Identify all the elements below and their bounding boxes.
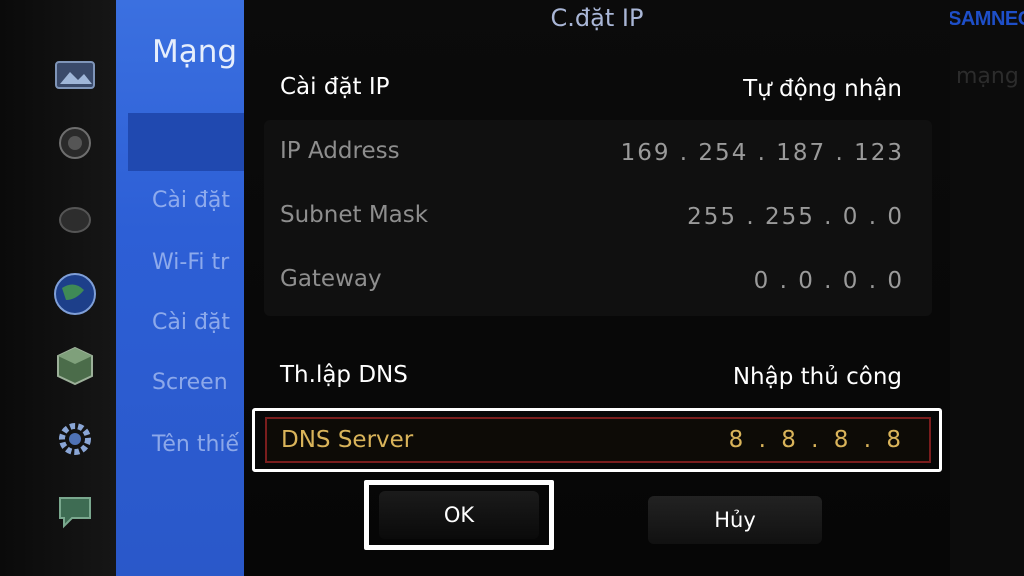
background-menu-text: mạng xyxy=(956,64,1019,89)
ip-settings-dialog: C.đặt IP Cài đặt IP Tự động nhận IP Addr… xyxy=(244,0,950,576)
ip-details-box: IP Address 169 . 254 . 187 . 123 Subnet … xyxy=(264,120,932,316)
gear-icon[interactable] xyxy=(54,420,96,458)
menu-title: Mạng xyxy=(152,34,238,70)
ip-address-label: IP Address xyxy=(280,138,400,164)
menu-item-selected[interactable] xyxy=(128,113,244,171)
gateway-value: 0 . 0 . 0 . 0 xyxy=(753,268,904,294)
menu-item-screen[interactable]: Screen xyxy=(152,370,228,395)
broadcast-icon[interactable] xyxy=(54,202,96,236)
menu-item-settings[interactable]: Cài đặt xyxy=(152,188,230,213)
dialog-title: C.đặt IP xyxy=(550,4,644,32)
system-cube-icon[interactable] xyxy=(54,346,96,386)
ip-setting-label: Cài đặt IP xyxy=(280,74,390,100)
menu-item-wifi[interactable]: Wi-Fi tr xyxy=(152,250,229,275)
menu-item-settings-2[interactable]: Cài đặt xyxy=(152,310,230,335)
subnet-mask-label: Subnet Mask xyxy=(280,202,429,228)
menu-item-device-name[interactable]: Tên thiế xyxy=(152,432,239,457)
dns-server-value: 8 . 8 . 8 . 8 xyxy=(728,427,905,453)
network-menu: Mạng Cài đặt Wi-Fi tr Cài đặt Screen Tên… xyxy=(116,0,244,576)
dns-setting-label: Th.lập DNS xyxy=(280,362,408,388)
icon-rail xyxy=(0,0,116,576)
ok-button[interactable]: OK xyxy=(379,491,539,539)
sound-icon[interactable] xyxy=(54,126,96,160)
subnet-mask-value: 255 . 255 . 0 . 0 xyxy=(687,204,904,230)
gateway-label: Gateway xyxy=(280,266,382,292)
support-icon[interactable] xyxy=(54,494,96,530)
logo-text: SAMNEC xyxy=(948,8,1024,30)
dns-server-highlight: DNS Server 8 . 8 . 8 . 8 xyxy=(252,408,942,472)
ip-setting-value[interactable]: Tự động nhận xyxy=(743,76,902,102)
dns-server-label: DNS Server xyxy=(281,427,414,453)
ip-address-value: 169 . 254 . 187 . 123 xyxy=(620,140,904,166)
picture-icon[interactable] xyxy=(54,58,96,92)
cancel-button[interactable]: Hủy xyxy=(648,496,822,544)
dns-server-field[interactable]: DNS Server 8 . 8 . 8 . 8 xyxy=(265,417,931,463)
network-globe-icon[interactable] xyxy=(54,270,96,318)
dns-setting-value[interactable]: Nhập thủ công xyxy=(733,364,902,390)
ok-button-highlight: OK xyxy=(364,480,554,550)
